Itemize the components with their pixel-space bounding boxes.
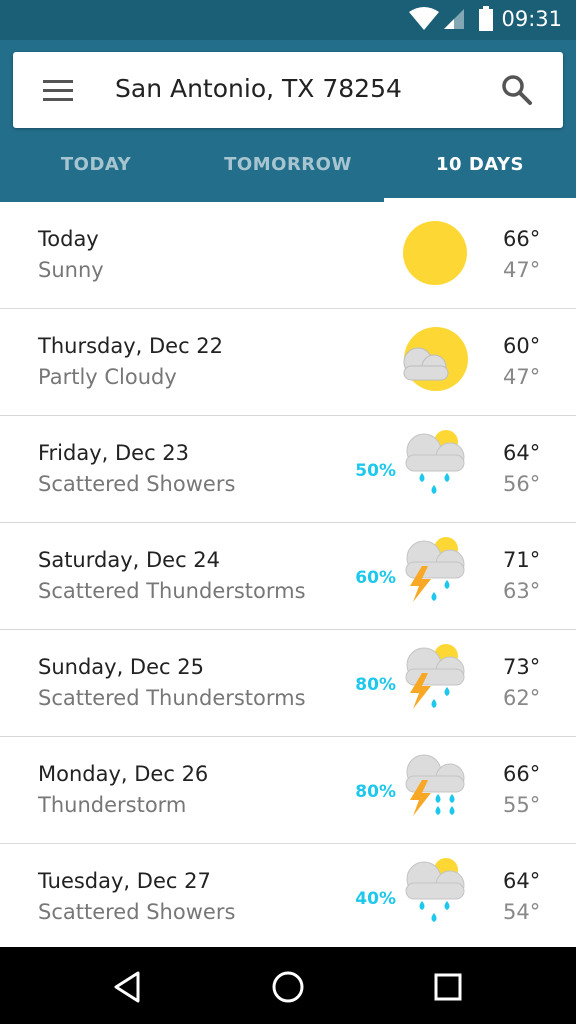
- recents-icon[interactable]: [426, 965, 470, 1009]
- forecast-row-thursday[interactable]: Thursday, Dec 22 Partly Cloudy 60° 47°: [0, 309, 576, 416]
- back-icon[interactable]: [106, 965, 150, 1009]
- day-label: Tuesday, Dec 27: [38, 869, 211, 893]
- day-label: Friday, Dec 23: [38, 441, 190, 465]
- high-temp: 60°: [503, 334, 541, 358]
- partly-cloudy-icon: [403, 327, 468, 391]
- sunny-icon: [403, 221, 467, 285]
- hamburger-menu-icon[interactable]: [43, 78, 73, 102]
- forecast-row-tuesday[interactable]: Tuesday, Dec 27 Scattered Showers 40% 64…: [0, 844, 576, 947]
- condition-label: Thunderstorm: [38, 793, 187, 817]
- condition-label: Scattered Thunderstorms: [38, 686, 306, 710]
- home-icon[interactable]: [266, 965, 310, 1009]
- location-text[interactable]: San Antonio, TX 78254: [115, 74, 402, 103]
- precip-chance: 50%: [355, 461, 396, 481]
- condition-label: Scattered Thunderstorms: [38, 579, 306, 603]
- battery-icon: [479, 6, 493, 31]
- search-icon[interactable]: [501, 74, 533, 106]
- high-temp: 66°: [503, 762, 541, 786]
- day-label: Today: [38, 227, 99, 251]
- scattered-showers-icon: [405, 430, 465, 494]
- tab-bar: TODAY TOMORROW 10 DAYS: [0, 138, 576, 202]
- status-bar: 09:31: [0, 0, 576, 40]
- forecast-row-friday[interactable]: Friday, Dec 23 Scattered Showers 50% 64°…: [0, 416, 576, 523]
- high-temp: 66°: [503, 227, 541, 251]
- wifi-icon: [409, 7, 439, 30]
- day-label: Sunday, Dec 25: [38, 655, 204, 679]
- scattered-thunderstorms-icon: [405, 644, 465, 709]
- precip-chance: 40%: [355, 889, 396, 909]
- high-temp: 64°: [503, 441, 541, 465]
- low-temp: 62°: [503, 686, 541, 710]
- forecast-row-sunday[interactable]: Sunday, Dec 25 Scattered Thunderstorms 8…: [0, 630, 576, 737]
- condition-label: Scattered Showers: [38, 900, 236, 924]
- forecast-row-saturday[interactable]: Saturday, Dec 24 Scattered Thunderstorms…: [0, 523, 576, 630]
- tab-tomorrow[interactable]: TOMORROW: [192, 138, 384, 202]
- low-temp: 47°: [503, 258, 541, 282]
- day-label: Saturday, Dec 24: [38, 548, 221, 572]
- forecast-row-today[interactable]: Today Sunny 66° 47°: [0, 202, 576, 309]
- condition-label: Sunny: [38, 258, 104, 282]
- forecast-list: Today Sunny 66° 47° Thursday, Dec 22 Par…: [0, 202, 576, 947]
- tab-today[interactable]: TODAY: [0, 138, 192, 202]
- high-temp: 64°: [503, 869, 541, 893]
- low-temp: 55°: [503, 793, 541, 817]
- low-temp: 47°: [503, 365, 541, 389]
- forecast-row-monday[interactable]: Monday, Dec 26 Thunderstorm 80% 66° 55°: [0, 737, 576, 844]
- app-bar: San Antonio, TX 78254 TODAY TOMORROW 10 …: [0, 40, 576, 202]
- scattered-thunderstorms-icon: [405, 537, 465, 602]
- scattered-showers-icon: [405, 858, 465, 922]
- precip-chance: 60%: [355, 568, 396, 588]
- system-nav-bar: [0, 947, 576, 1024]
- condition-label: Scattered Showers: [38, 472, 236, 496]
- tab-10-days[interactable]: 10 DAYS: [384, 138, 576, 202]
- high-temp: 71°: [503, 548, 541, 572]
- precip-chance: 80%: [355, 782, 396, 802]
- day-label: Monday, Dec 26: [38, 762, 209, 786]
- condition-label: Partly Cloudy: [38, 365, 177, 389]
- low-temp: 54°: [503, 900, 541, 924]
- precip-chance: 80%: [355, 675, 396, 695]
- low-temp: 56°: [503, 472, 541, 496]
- day-label: Thursday, Dec 22: [38, 334, 224, 358]
- cell-signal-icon: [444, 9, 464, 29]
- thunderstorm-icon: [405, 754, 465, 816]
- high-temp: 73°: [503, 655, 541, 679]
- status-time: 09:31: [501, 7, 562, 31]
- low-temp: 63°: [503, 579, 541, 603]
- search-bar[interactable]: San Antonio, TX 78254: [13, 52, 563, 128]
